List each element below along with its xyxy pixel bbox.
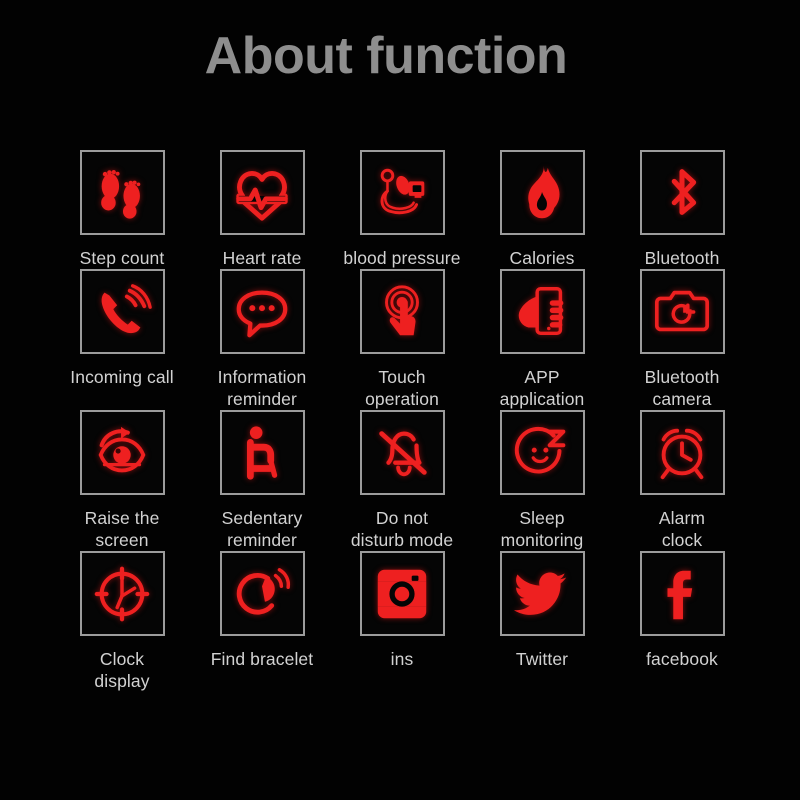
icon-box[interactable] [499,150,585,235]
grid-item-facebook[interactable]: facebook [612,551,752,692]
icon-box[interactable] [219,410,305,495]
grid-item-step-count[interactable]: Step count [52,150,192,269]
icon-box[interactable] [219,551,305,636]
grid-item-bluetooth[interactable]: Bluetooth [612,150,752,269]
grid-item-alarm-clock[interactable]: Alarm clock [612,410,752,551]
icon-box[interactable] [359,551,445,636]
grid-item-label: Heart rate [222,248,302,268]
bracelet-signal-icon [236,567,291,615]
grid-item-label: Calories [509,248,575,268]
icon-box[interactable] [499,551,585,636]
grid-item-do-not-disturb[interactable]: Do not disturb mode [332,410,472,551]
grid-item-find-bracelet[interactable]: Find bracelet [192,551,332,692]
grid-item-label: Bluetooth [644,248,720,268]
icon-box[interactable] [639,150,725,235]
grid-item-label: Sedentary reminder [221,508,303,550]
icon-box[interactable] [219,150,305,235]
grid-item-label: Information reminder [217,367,307,409]
grid-item-label: Alarm clock [658,508,706,550]
alarm-clock-icon [660,428,704,479]
icon-box[interactable] [79,150,165,235]
blood-pressure-cuff-icon [380,168,425,214]
icon-box[interactable] [79,551,165,636]
icon-box[interactable] [639,410,725,495]
icon-box[interactable] [639,269,725,354]
instagram-icon [377,569,427,618]
icon-box[interactable] [219,269,305,354]
flame-icon [528,165,560,218]
grid-item-raise-the-screen[interactable]: Raise the screen [52,410,192,551]
grid-item-calories[interactable]: Calories [472,150,612,269]
grid-item-label: Step count [79,248,165,268]
grid-item-label: ins [390,649,414,669]
phone-ringing-icon [101,283,152,333]
grid-item-label: Clock display [94,649,150,691]
grid-item-label: Touch operation [365,367,439,409]
grid-item-label: Twitter [515,649,569,669]
icon-box[interactable] [639,551,725,636]
grid-item-label: Find bracelet [210,649,314,669]
grid-item-sedentary-reminder[interactable]: Sedentary reminder [192,410,332,551]
grid-item-label: Bluetooth camera [644,367,720,409]
grid-item-ins[interactable]: ins [332,551,472,692]
grid-item-label: facebook [646,649,718,669]
bluetooth-icon [671,168,697,215]
clock-face-icon [94,566,150,621]
camera-icon [654,290,710,331]
about-function-page: About function Step count Heart rate blo… [0,0,800,800]
grid-item-label: Do not disturb mode [350,508,454,550]
icon-box[interactable] [499,269,585,354]
grid-item-blood-pressure[interactable]: blood pressure [332,150,472,269]
icon-box[interactable] [79,269,165,354]
bell-slash-icon [379,430,427,476]
grid-item-bluetooth-camera[interactable]: Bluetooth camera [612,269,752,410]
footprints-icon [101,169,141,219]
grid-item-label: Incoming call [70,367,174,387]
heart-pulse-icon [236,170,288,221]
grid-item-clock-display[interactable]: Clock display [52,551,192,692]
grid-item-label: APP application [499,367,585,409]
twitter-bird-icon [513,572,567,615]
grid-item-twitter[interactable]: Twitter [472,551,612,692]
grid-item-label: blood pressure [343,248,461,268]
seated-person-icon [246,425,278,480]
function-icon-grid: Step count Heart rate blood pressure Cal… [52,150,752,692]
hand-holding-phone-icon [518,286,564,335]
icon-box[interactable] [359,150,445,235]
grid-item-touch-operation[interactable]: Touch operation [332,269,472,410]
facebook-f-icon [667,570,693,619]
icon-box[interactable] [499,410,585,495]
grid-item-app-application[interactable]: APP application [472,269,612,410]
grid-item-incoming-call[interactable]: Incoming call [52,269,192,410]
touch-hand-ripple-icon [385,284,419,335]
icon-box[interactable] [359,410,445,495]
speech-bubble-dots-icon [236,289,288,337]
icon-box[interactable] [79,410,165,495]
icon-box[interactable] [359,269,445,354]
grid-item-sleep-monitoring[interactable]: Sleep monitoring [472,410,612,551]
grid-item-heart-rate[interactable]: Heart rate [192,150,332,269]
eye-rotate-arrow-icon [98,426,146,472]
grid-item-information-reminder[interactable]: Information reminder [192,269,332,410]
page-title: About function [204,27,568,85]
sleeping-face-z-icon [514,426,566,474]
grid-item-label: Raise the screen [84,508,160,550]
grid-item-label: Sleep monitoring [500,508,584,550]
